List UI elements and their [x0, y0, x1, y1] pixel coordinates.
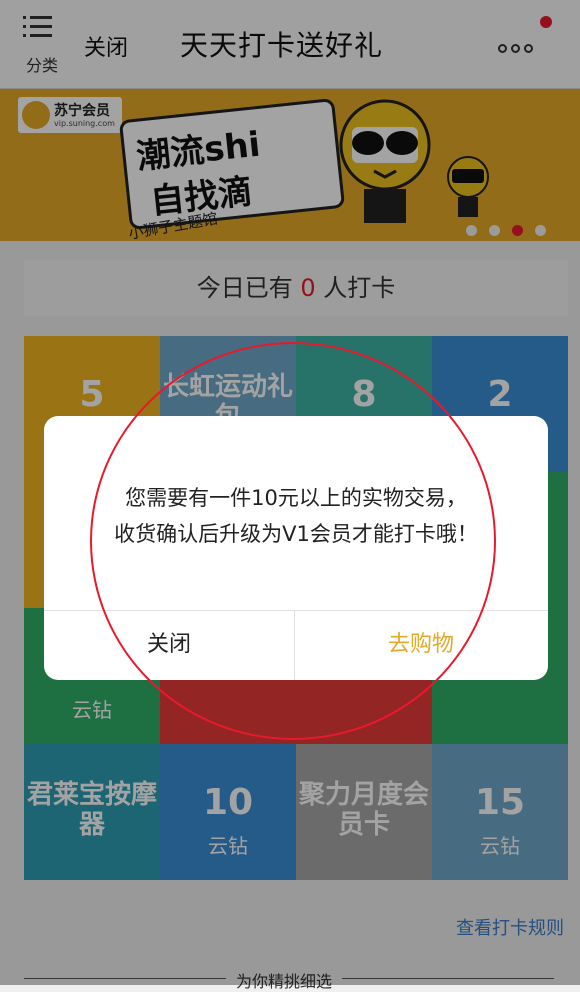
- annotation-circle: [90, 342, 496, 740]
